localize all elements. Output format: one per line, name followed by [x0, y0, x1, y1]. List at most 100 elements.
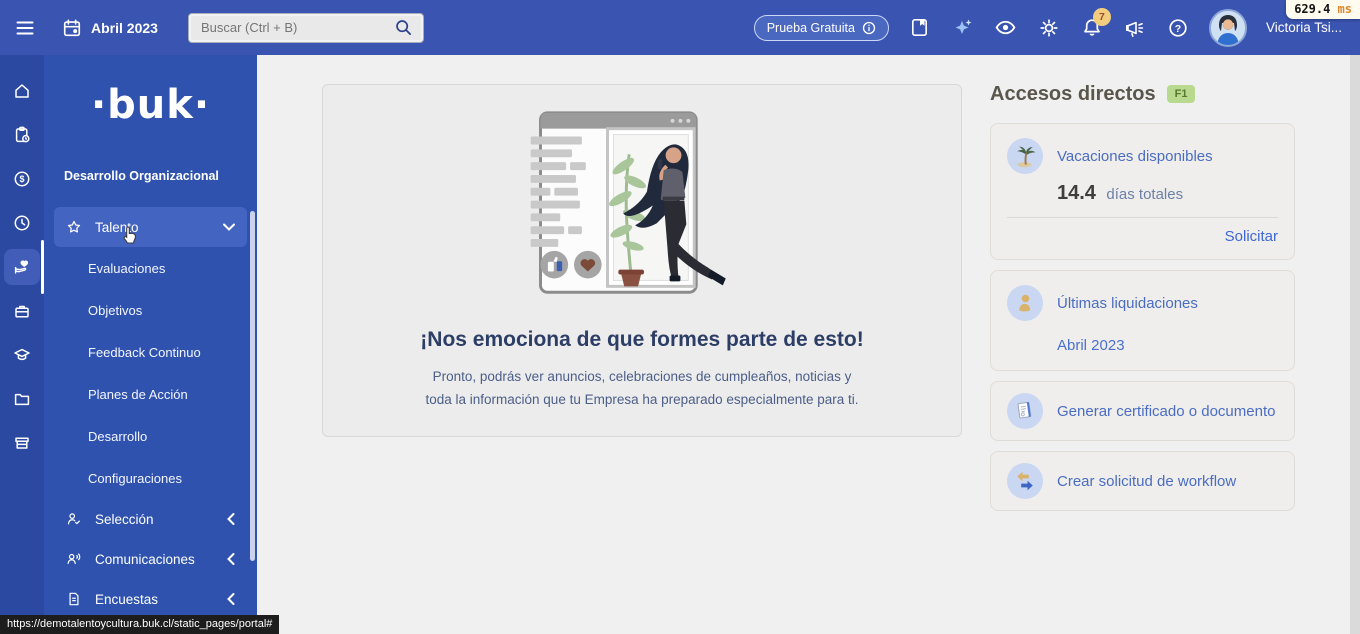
sidebar-item-encuestas[interactable]: Encuestas — [54, 579, 247, 619]
rail-item-jobs[interactable] — [4, 293, 40, 329]
topbar-actions: Prueba Gratuita — [754, 9, 1348, 47]
trial-button[interactable]: Prueba Gratuita — [754, 15, 889, 41]
period-label: Abril 2023 — [91, 20, 158, 36]
menu-button[interactable] — [14, 17, 36, 39]
page-load-time-overlay: 629.4 ms — [1286, 0, 1360, 19]
welcome-title: ¡Nos emociona de que formes parte de est… — [323, 328, 961, 352]
sidebar-subitem-evaluaciones[interactable]: Evaluaciones — [44, 247, 257, 289]
welcome-illustration — [527, 107, 757, 309]
subitem-label: Desarrollo — [88, 429, 147, 444]
eye-icon — [994, 16, 1017, 39]
topbar: Abril 2023 Prueba Gratuita — [0, 0, 1360, 55]
hotkey-badge: F1 — [1167, 85, 1196, 103]
svg-text:$: $ — [19, 174, 24, 184]
shortcut-card-vacations[interactable]: Vacaciones disponibles 14.4 días totales… — [990, 123, 1295, 260]
rail-item-training[interactable] — [4, 337, 40, 373]
rail-item-payroll[interactable]: $ — [4, 161, 40, 197]
visibility-button[interactable] — [994, 16, 1018, 40]
rail-item-time[interactable] — [4, 205, 40, 241]
svg-text:?: ? — [1175, 22, 1181, 34]
sidebar-subitem-configuraciones[interactable]: Configuraciones — [44, 457, 257, 499]
period-selector[interactable]: Abril 2023 — [62, 18, 158, 38]
subitem-label: Planes de Acción — [88, 387, 188, 402]
page-scrollbar[interactable] — [1350, 55, 1360, 634]
payslip-month-link[interactable]: Abril 2023 — [1057, 337, 1278, 354]
shortcut-card-workflow[interactable]: Crear solicitud de workflow — [990, 451, 1295, 511]
sidebar-section-label: Desarrollo Organizacional — [64, 169, 257, 183]
sidebar-subitem-desarrollo[interactable]: Desarrollo — [44, 415, 257, 457]
workflow-arrows-icon — [1007, 463, 1043, 499]
sidebar-item-label: Encuestas — [95, 592, 214, 607]
sidebar-subitem-feedback-continuo[interactable]: Feedback Continuo — [44, 331, 257, 373]
chevron-left-icon — [227, 593, 235, 605]
sidebar: ·buk· Desarrollo Organizacional Talento … — [44, 55, 257, 634]
chevron-down-icon — [223, 223, 235, 231]
shortcuts-panel: Accesos directos F1 Vacaciones disponibl… — [990, 81, 1295, 521]
clipboard-clock-icon — [13, 126, 31, 144]
search-box[interactable] — [188, 13, 424, 43]
subitem-label: Configuraciones — [88, 471, 182, 486]
help-button[interactable]: ? — [1166, 16, 1190, 40]
briefcase-icon — [13, 302, 31, 320]
shortcut-card-certificate[interactable]: Generar certificado o documento — [990, 381, 1295, 441]
sparkles-icon — [952, 17, 974, 39]
announcements-button[interactable] — [1123, 16, 1147, 40]
assistant-button[interactable] — [951, 16, 975, 40]
sidebar-item-seleccion[interactable]: Selección — [54, 499, 247, 539]
search-input[interactable] — [199, 19, 394, 36]
sidebar-item-talento[interactable]: Talento — [54, 207, 247, 247]
calendar-icon — [62, 18, 82, 38]
link-preview-statusbar: https://demotalentoycultura.buk.cl/stati… — [0, 615, 279, 634]
sidebar-item-label: Selección — [95, 512, 214, 527]
divider — [1007, 217, 1278, 218]
person-check-icon — [66, 511, 82, 527]
rail-item-talent[interactable] — [4, 249, 40, 285]
document-icon — [1007, 393, 1043, 429]
chevron-left-icon — [227, 553, 235, 565]
sidebar-item-label: Talento — [95, 220, 210, 235]
sidebar-subitem-objetivos[interactable]: Objetivos — [44, 289, 257, 331]
subitem-label: Objetivos — [88, 303, 142, 318]
sidebar-scrollbar[interactable] — [250, 211, 255, 561]
person-icon — [1007, 285, 1043, 321]
load-time-unit: ms — [1338, 2, 1352, 16]
notification-count-badge: 7 — [1093, 8, 1111, 26]
info-icon — [862, 21, 876, 35]
trial-label: Prueba Gratuita — [767, 21, 855, 35]
rail-item-company[interactable] — [4, 425, 40, 461]
sidebar-item-label: Comunicaciones — [95, 552, 214, 567]
vacation-days-value: 14.4 — [1057, 182, 1096, 204]
search-icon[interactable] — [394, 18, 413, 37]
main-content: ¡Nos emociona de que formes parte de est… — [257, 55, 1360, 634]
avatar[interactable] — [1209, 9, 1247, 47]
rail-item-schedule[interactable] — [4, 117, 40, 153]
request-vacation-link[interactable]: Solicitar — [1007, 228, 1278, 245]
shortcut-title: Generar certificado o documento — [1057, 403, 1275, 420]
shortcut-title: Últimas liquidaciones — [1057, 295, 1198, 312]
vacation-days-suffix: días totales — [1106, 186, 1183, 203]
storefront-icon — [13, 434, 31, 452]
chevron-left-icon — [227, 513, 235, 525]
shortcut-title: Vacaciones disponibles — [1057, 148, 1213, 165]
load-time-value: 629.4 — [1294, 2, 1330, 16]
library-icon — [909, 17, 930, 38]
rail-item-files[interactable] — [4, 381, 40, 417]
user-name[interactable]: Victoria Tsi... — [1266, 20, 1342, 35]
palm-tree-icon — [1007, 138, 1043, 174]
help-icon: ? — [1167, 17, 1189, 39]
settings-button[interactable] — [1037, 16, 1061, 40]
home-icon — [13, 82, 31, 100]
rail-item-home[interactable] — [4, 73, 40, 109]
shortcut-card-payslips[interactable]: Últimas liquidaciones Abril 2023 — [990, 270, 1295, 371]
shortcut-title: Crear solicitud de workflow — [1057, 473, 1236, 490]
library-button[interactable] — [908, 16, 932, 40]
clock-icon — [13, 214, 31, 232]
gear-icon — [1038, 17, 1060, 39]
sidebar-subitem-planes-de-accion[interactable]: Planes de Acción — [44, 373, 257, 415]
folder-icon — [13, 390, 31, 408]
sidebar-item-comunicaciones[interactable]: Comunicaciones — [54, 539, 247, 579]
survey-icon — [66, 591, 82, 607]
shortcuts-title: Accesos directos — [990, 81, 1156, 107]
notifications-button[interactable]: 7 — [1080, 16, 1104, 40]
hamburger-icon — [14, 17, 36, 39]
